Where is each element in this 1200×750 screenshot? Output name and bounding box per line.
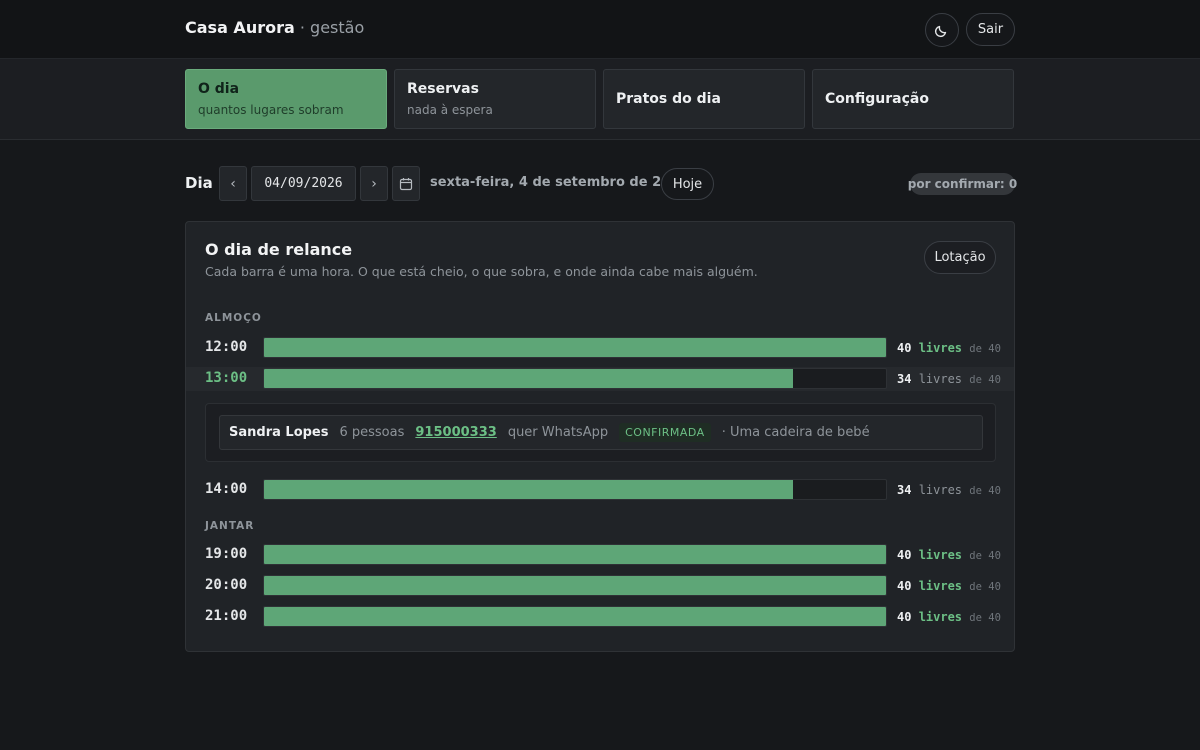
- date-input[interactable]: 04/09/2026: [251, 166, 356, 201]
- free-word: livres: [918, 372, 963, 386]
- free-word: livres: [918, 548, 963, 562]
- theme-toggle-button[interactable]: [925, 13, 959, 47]
- previous-day-button[interactable]: ‹: [219, 166, 247, 201]
- slot-bar: [263, 544, 887, 565]
- tab-subtitle: nada à espera: [407, 103, 493, 117]
- free-count: 34: [897, 483, 912, 497]
- card-subtitle: Cada barra é uma hora. O que está cheio,…: [205, 264, 758, 279]
- tab-pratos-do-dia[interactable]: Pratos do dia: [603, 69, 805, 129]
- tab-subtitle: quantos lugares sobram: [198, 103, 344, 117]
- slot-bar-fill: [264, 480, 793, 499]
- card-title: O dia de relance: [205, 240, 353, 259]
- free-word: livres: [918, 610, 963, 624]
- slot-bar: [263, 368, 887, 389]
- reservation-row[interactable]: Sandra Lopes 6 pessoas 915000333 quer Wh…: [219, 415, 983, 450]
- slot-row[interactable]: 12:00 40 livres de 40: [186, 336, 1014, 360]
- slot-count: 40 livres de 40: [897, 341, 1001, 355]
- slot-time: 14:00: [205, 481, 248, 497]
- slot-row[interactable]: 20:00 40 livres de 40: [186, 574, 1014, 598]
- brand: Casa Aurora · gestão: [185, 18, 364, 37]
- capacity-text: de 40: [969, 343, 1001, 355]
- reservation-name: Sandra Lopes: [229, 425, 329, 440]
- free-count: 40: [897, 341, 912, 355]
- pending-badge: por confirmar: 0: [908, 173, 1017, 195]
- chevron-right-icon: ›: [371, 175, 377, 192]
- chevron-left-icon: ‹: [230, 175, 236, 192]
- brand-suffix: · gestão: [299, 18, 365, 37]
- day-label: Dia: [185, 174, 213, 192]
- tab-bar: O dia quantos lugares sobram Reservas na…: [0, 59, 1200, 140]
- status-badge: CONFIRMADA: [619, 423, 711, 442]
- slot-bar-fill: [264, 545, 886, 564]
- slot-bar-fill: [264, 369, 793, 388]
- capacity-text: de 40: [969, 550, 1001, 562]
- slot-count: 34 livres de 40: [897, 372, 1001, 386]
- slot-bar: [263, 575, 887, 596]
- tab-configuracao[interactable]: Configuração: [812, 69, 1014, 129]
- slot-count: 40 livres de 40: [897, 548, 1001, 562]
- free-count: 40: [897, 548, 912, 562]
- logout-button[interactable]: Sair: [966, 13, 1015, 46]
- slot-time: 20:00: [205, 577, 248, 593]
- slot-count: 40 livres de 40: [897, 610, 1001, 624]
- slot-time: 19:00: [205, 546, 248, 562]
- tab-title: Reservas: [407, 81, 479, 97]
- slot-time: 13:00: [205, 370, 248, 386]
- long-date: sexta-feira, 4 de setembro de 2026: [430, 175, 689, 190]
- slot-bar: [263, 337, 887, 358]
- capacity-text: de 40: [969, 374, 1001, 386]
- slot-row[interactable]: 21:00 40 livres de 40: [186, 605, 1014, 629]
- slot-count: 34 livres de 40: [897, 483, 1001, 497]
- tab-title: Configuração: [825, 91, 929, 107]
- today-button[interactable]: Hoje: [661, 168, 714, 200]
- reservation-contact-preference: quer WhatsApp: [507, 425, 609, 440]
- reservation-phone-link[interactable]: 915000333: [415, 425, 496, 440]
- reservation-panel: Sandra Lopes 6 pessoas 915000333 quer Wh…: [205, 403, 996, 462]
- free-count: 40: [897, 579, 912, 593]
- slot-row[interactable]: 14:00 34 livres de 40: [186, 478, 1014, 502]
- tab-reservas[interactable]: Reservas nada à espera: [394, 69, 596, 129]
- slot-bar-fill: [264, 576, 886, 595]
- capacity-text: de 40: [969, 612, 1001, 624]
- slot-count: 40 livres de 40: [897, 579, 1001, 593]
- calendar-icon: [399, 177, 413, 190]
- next-day-button[interactable]: ›: [360, 166, 388, 201]
- free-word: livres: [918, 483, 963, 497]
- slot-bar: [263, 606, 887, 627]
- section-label-almoco: ALMOÇO: [205, 312, 262, 324]
- slot-time: 21:00: [205, 608, 248, 624]
- slot-row[interactable]: 19:00 40 livres de 40: [186, 543, 1014, 567]
- moon-icon: [934, 25, 947, 38]
- slot-bar: [263, 479, 887, 500]
- slot-bar-fill: [264, 607, 886, 626]
- capacity-button[interactable]: Lotação: [924, 241, 996, 274]
- capacity-text: de 40: [969, 485, 1001, 497]
- free-word: livres: [918, 579, 963, 593]
- tab-title: O dia: [198, 81, 240, 97]
- slot-time: 12:00: [205, 339, 248, 355]
- free-count: 40: [897, 610, 912, 624]
- slot-row[interactable]: 13:00 34 livres de 40: [186, 367, 1014, 391]
- reservation-party-size: 6 pessoas: [339, 425, 405, 440]
- tab-title: Pratos do dia: [616, 91, 721, 107]
- capacity-text: de 40: [969, 581, 1001, 593]
- calendar-button[interactable]: [392, 166, 420, 201]
- day-overview-card: O dia de relance Cada barra é uma hora. …: [185, 221, 1015, 652]
- section-label-jantar: JANTAR: [205, 520, 255, 532]
- free-count: 34: [897, 372, 912, 386]
- brand-name: Casa Aurora: [185, 18, 295, 37]
- slot-bar-fill: [264, 338, 886, 357]
- free-word: livres: [918, 341, 963, 355]
- top-bar: Casa Aurora · gestão Sair: [0, 0, 1200, 59]
- tab-o-dia[interactable]: O dia quantos lugares sobram: [185, 69, 387, 129]
- reservation-note: · Uma cadeira de bebé: [721, 425, 870, 440]
